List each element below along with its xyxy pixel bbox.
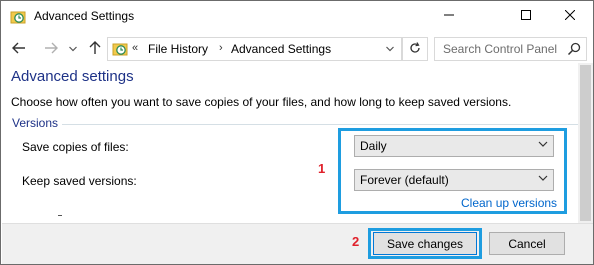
scrollbar-thumb[interactable]: [580, 65, 591, 221]
address-bar[interactable]: « File History › Advanced Settings: [107, 37, 402, 61]
cancel-button[interactable]: Cancel: [489, 232, 565, 255]
keep-versions-label: Keep saved versions:: [22, 174, 137, 188]
page-title: Advanced settings: [11, 68, 134, 85]
address-dropdown-button[interactable]: [381, 37, 399, 61]
dropdowns-highlight-box: [338, 128, 567, 214]
chevron-down-icon: [386, 44, 394, 55]
step-number-1: 1: [318, 161, 326, 176]
search-placeholder: Search Control Panel: [443, 42, 558, 56]
page-description: Choose how often you want to save copies…: [11, 95, 512, 109]
breadcrumb-file-history[interactable]: File History: [148, 42, 208, 56]
group-divider: [62, 124, 578, 125]
refresh-icon: [409, 41, 421, 57]
vertical-scrollbar[interactable]: [578, 63, 593, 223]
back-button[interactable]: [9, 39, 29, 59]
search-input[interactable]: Search Control Panel: [434, 37, 587, 61]
forward-button[interactable]: [41, 39, 61, 59]
save-copies-label: Save copies of files:: [22, 140, 129, 154]
title-bar: Advanced Settings: [1, 1, 593, 33]
dash-mark: [58, 215, 62, 216]
step-number-2: 2: [352, 234, 360, 249]
close-button[interactable]: [547, 1, 593, 31]
breadcrumb-separator[interactable]: ›: [219, 42, 223, 54]
maximize-button[interactable]: [503, 1, 549, 31]
search-icon[interactable]: [567, 42, 581, 56]
recent-locations-button[interactable]: [63, 39, 83, 59]
maximize-icon: [521, 9, 531, 23]
close-icon: [564, 9, 576, 23]
minimize-icon: [444, 9, 454, 23]
versions-group-label: Versions: [12, 116, 59, 130]
file-history-icon: [10, 9, 26, 25]
arrow-left-icon: [12, 41, 26, 57]
arrow-right-icon: [44, 41, 58, 57]
up-button[interactable]: [85, 39, 105, 59]
minimize-button[interactable]: [426, 1, 472, 31]
control-panel-icon: [112, 41, 128, 57]
address-overflow[interactable]: «: [132, 42, 138, 54]
chevron-down-icon: [69, 44, 77, 54]
window-title: Advanced Settings: [34, 9, 135, 23]
arrow-up-icon: [89, 40, 101, 58]
advanced-settings-window: Advanced Settings « File History › Advan…: [0, 0, 594, 265]
save-button-highlight-box: [368, 228, 482, 259]
refresh-button[interactable]: [402, 37, 428, 61]
breadcrumb-advanced-settings[interactable]: Advanced Settings: [231, 42, 331, 56]
